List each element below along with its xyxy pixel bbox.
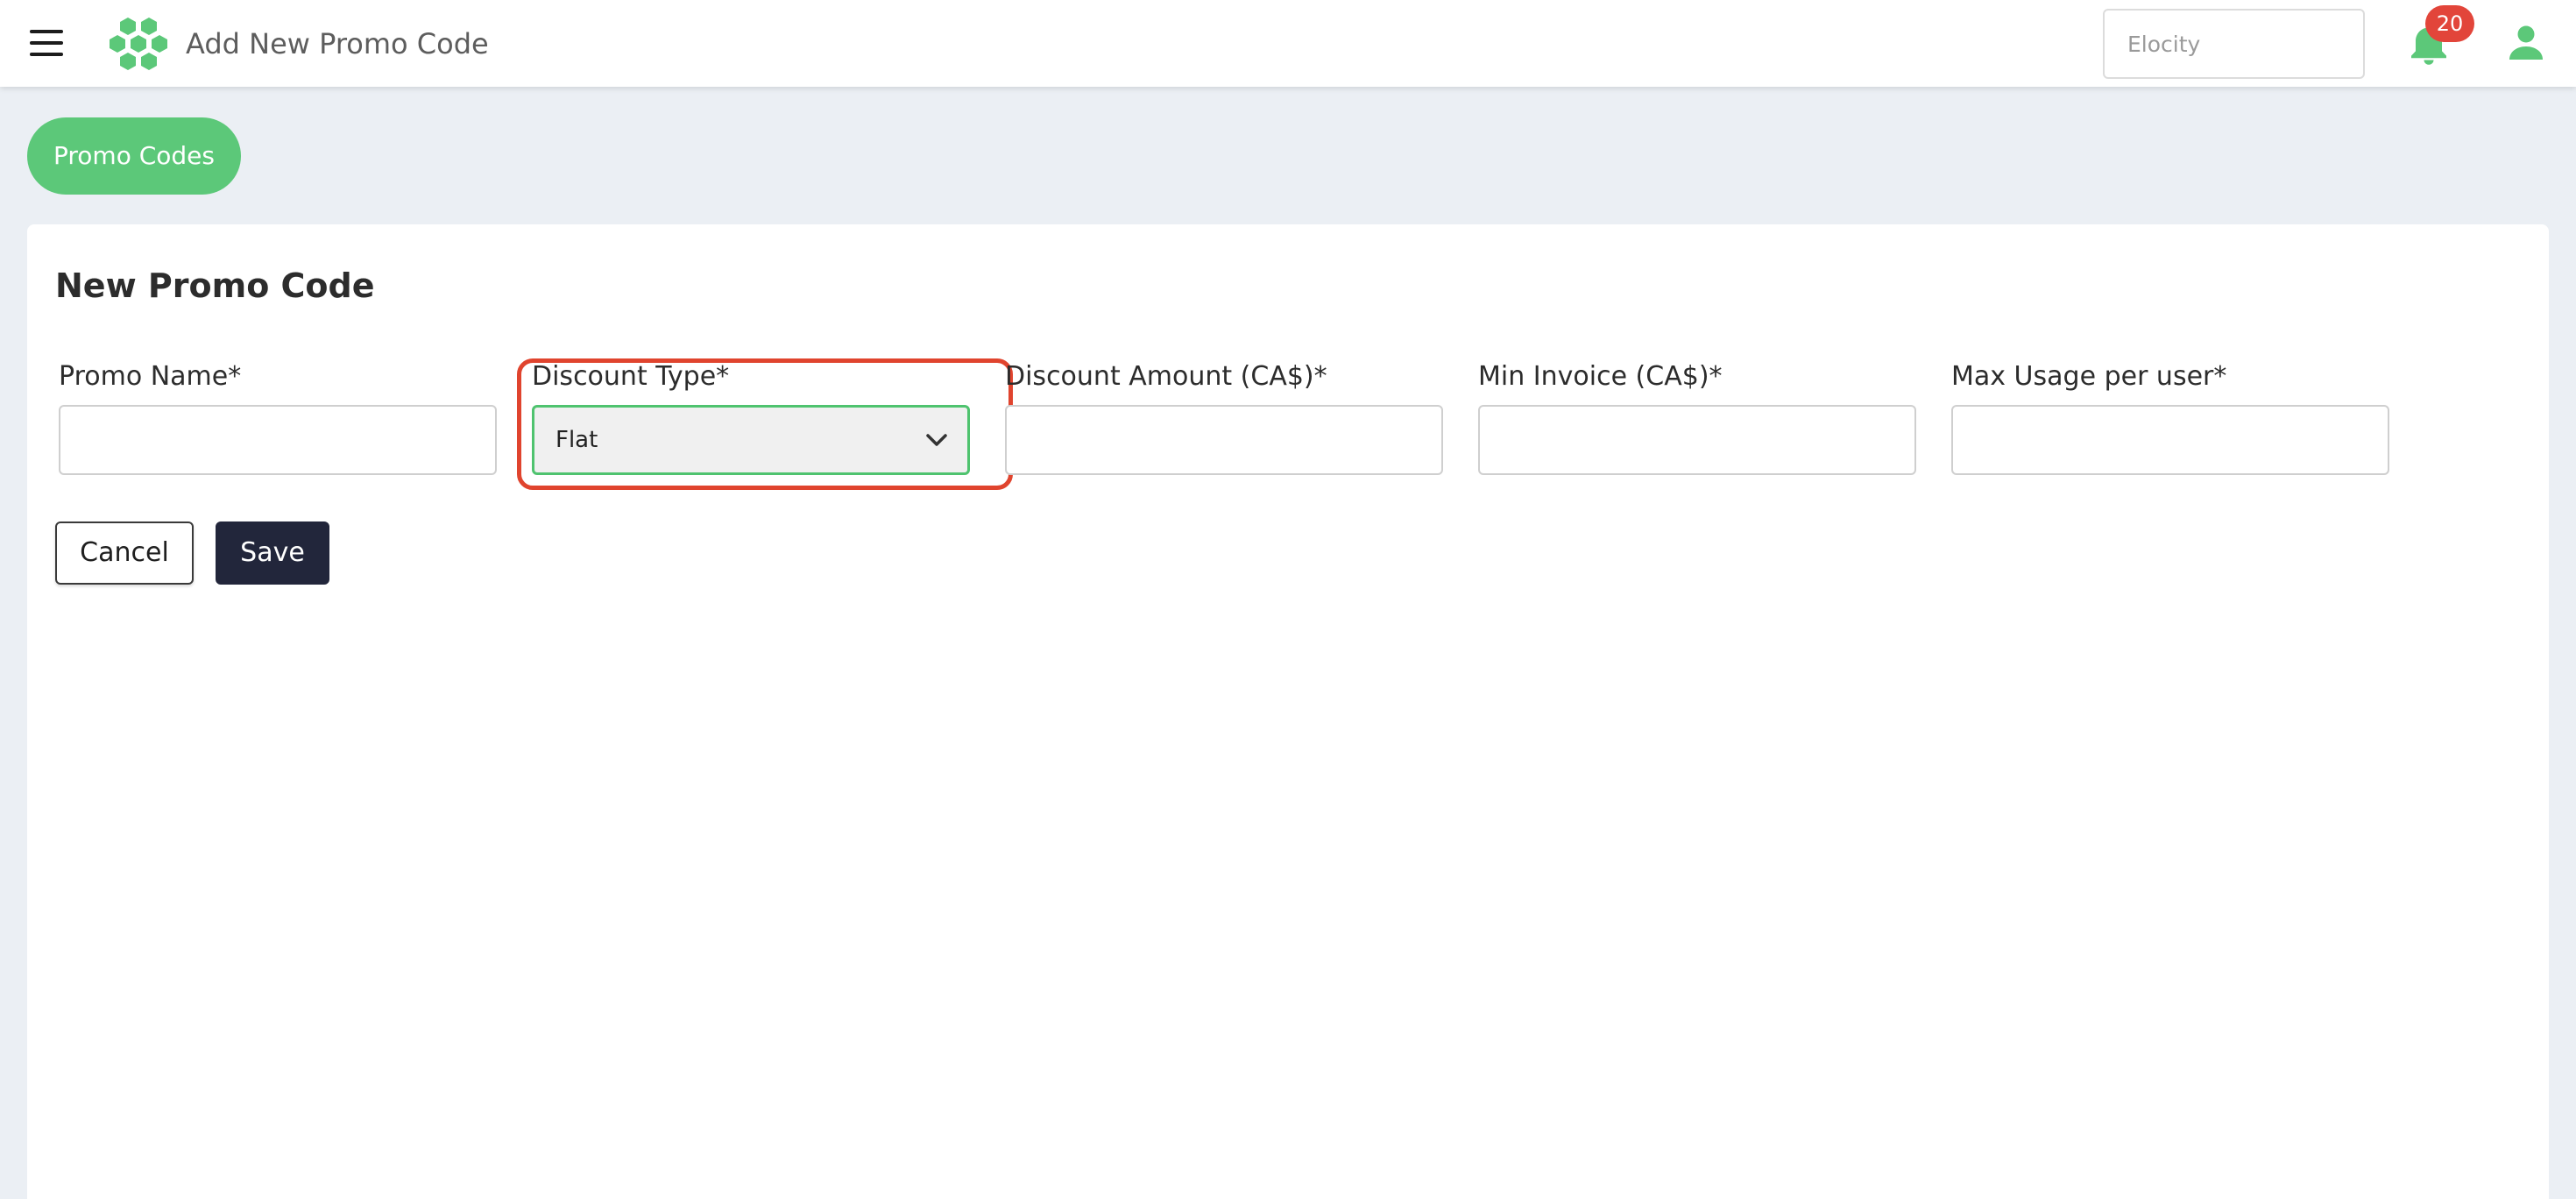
min-invoice-input[interactable]: [1478, 405, 1916, 475]
page-title: Add New Promo Code: [186, 27, 489, 60]
max-usage-input[interactable]: [1951, 405, 2389, 475]
discount-type-label: Discount Type*: [532, 361, 730, 392]
max-usage-label: Max Usage per user*: [1951, 361, 2227, 392]
discount-type-select[interactable]: Flat: [532, 405, 970, 475]
promo-name-input[interactable]: [59, 405, 497, 475]
min-invoice-label: Min Invoice (CA$)*: [1478, 361, 1723, 392]
top-bar: Add New Promo Code 20: [0, 0, 2576, 87]
save-button[interactable]: Save: [216, 521, 329, 585]
form-title: New Promo Code: [55, 266, 375, 305]
user-icon[interactable]: [2508, 25, 2544, 61]
hexagon-cluster-logo: [110, 18, 167, 70]
promo-name-label: Promo Name*: [59, 361, 242, 392]
promo-codes-breadcrumb-button[interactable]: Promo Codes: [27, 117, 241, 195]
search-input[interactable]: [2103, 9, 2365, 79]
chevron-down-icon: [926, 434, 947, 446]
discount-amount-input[interactable]: [1005, 405, 1443, 475]
hamburger-icon[interactable]: [30, 30, 63, 56]
discount-amount-label: Discount Amount (CA$)*: [1005, 361, 1327, 392]
discount-type-selected-value: Flat: [556, 427, 598, 453]
notification-badge: 20: [2425, 5, 2474, 42]
promo-form-card: New Promo Code Promo Name* Discount Type…: [27, 224, 2549, 1199]
cancel-button[interactable]: Cancel: [55, 521, 194, 585]
